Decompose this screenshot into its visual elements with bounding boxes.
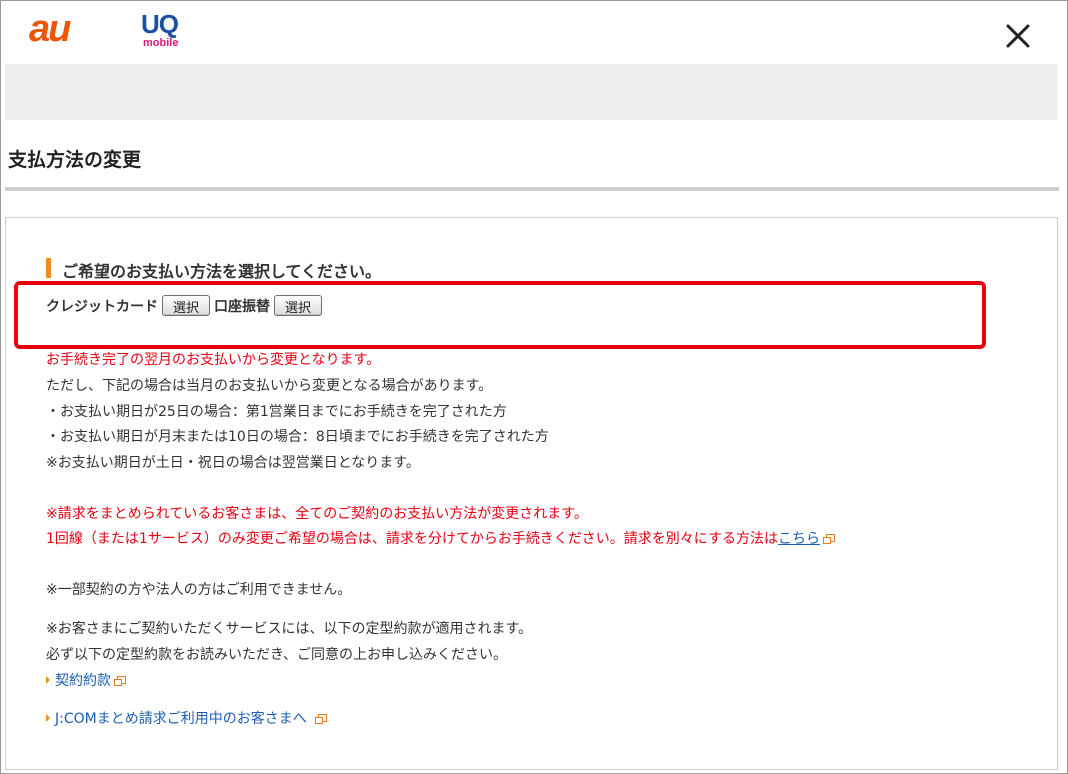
- page-frame: au UQ mobile 支払方法の変更 ご希望のお支払い方法を選択してください…: [0, 0, 1068, 774]
- bank-transfer-select-button[interactable]: 選択: [274, 295, 323, 316]
- notice-holiday: ※お支払い期日が土日・祝日の場合は翌営業日となります。: [46, 455, 420, 471]
- au-logo: au: [29, 8, 71, 50]
- external-link-icon: [114, 676, 126, 686]
- credit-card-select-button[interactable]: 選択: [162, 295, 211, 316]
- uq-mobile-logo: UQ mobile: [135, 9, 195, 53]
- section-heading-text: ご希望のお支払い方法を選択してください。: [62, 262, 382, 281]
- payment-options-row: クレジットカード 選択 口座振替 選択: [46, 295, 323, 316]
- notice-terms-applied: ※お客さまにご契約いただくサービスには、以下の定型約款が適用されます。: [46, 621, 533, 637]
- jcom-link[interactable]: J:COMまとめ請求ご利用中のお客さまへ: [46, 708, 327, 728]
- external-link-icon: [822, 534, 835, 544]
- notice-due-25: ・お支払い期日が25日の場合：第1営業日までにお手続きを完了された方: [46, 404, 507, 420]
- header-gray-bar: [5, 64, 1058, 120]
- close-button[interactable]: [1001, 19, 1035, 53]
- uq-logo-text: UQ: [141, 9, 179, 39]
- notice-exception: ただし、下記の場合は当月のお支払いから変更となる場合があります。: [46, 378, 493, 394]
- notice-due-end-10: ・お支払い期日が月末または10日の場合：8日頃までにお手続きを完了された方: [46, 429, 549, 445]
- section-heading: ご希望のお支払い方法を選択してください。: [46, 258, 381, 282]
- notice-combined-billing: ※請求をまとめられているお客さまは、全てのご契約のお支払い方法が変更されます。: [46, 506, 588, 522]
- jcom-link-text: J:COMまとめ請求ご利用中のお客さまへ: [55, 711, 307, 727]
- notice-split-billing: 1回線（または1サービス）のみ変更ご希望の場合は、請求を分けてからお手続きくださ…: [46, 530, 835, 548]
- bank-transfer-label: 口座振替: [214, 298, 271, 315]
- notice-read-terms: 必ず以下の定型約款をお読みいただき、ご同意の上お申し込みください。: [46, 647, 508, 663]
- split-billing-link[interactable]: こちら: [778, 531, 820, 547]
- arrow-right-icon: [46, 714, 50, 722]
- credit-card-label: クレジットカード: [46, 298, 158, 315]
- arrow-right-icon: [46, 676, 50, 684]
- notice-change-timing: お手続き完了の翌月のお支払いから変更となります。: [46, 352, 381, 368]
- notice-split-billing-text: 1回線（または1サービス）のみ変更ご希望の場合は、請求を分けてからお手続きくださ…: [46, 531, 778, 547]
- notice-corporate: ※一部契約の方や法人の方はご利用できません。: [46, 582, 352, 598]
- uq-logo-mobile-text: mobile: [143, 37, 179, 49]
- title-divider: [5, 187, 1059, 191]
- payment-method-panel: ご希望のお支払い方法を選択してください。 クレジットカード 選択 口座振替 選択…: [5, 217, 1058, 770]
- page-title: 支払方法の変更: [8, 149, 142, 171]
- heading-accent-bar: [46, 258, 51, 278]
- terms-link[interactable]: 契約約款: [46, 670, 126, 690]
- terms-link-text: 契約約款: [55, 673, 111, 689]
- external-link-icon: [314, 714, 327, 724]
- close-icon: [1006, 24, 1030, 48]
